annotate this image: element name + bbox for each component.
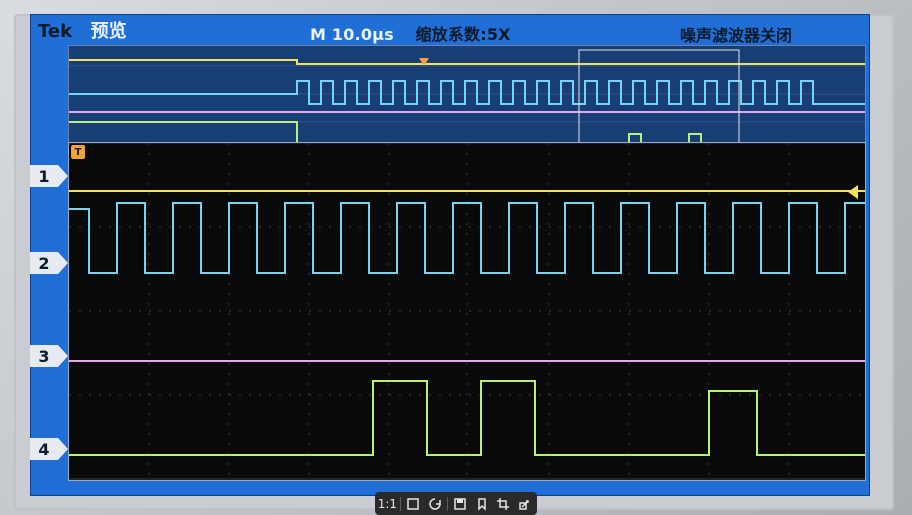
ch1-right-marker <box>848 185 858 199</box>
toolbar-separator-2 <box>446 496 448 511</box>
rotate-button[interactable] <box>426 495 444 513</box>
ch4-label: 4 <box>30 438 68 460</box>
share-button[interactable] <box>516 495 534 513</box>
ch4-label-text: 4 <box>38 439 50 459</box>
ch2-label: 2 <box>30 252 68 274</box>
main-plot <box>68 142 866 481</box>
crop-icon <box>497 497 510 510</box>
toolbar-separator <box>399 496 401 511</box>
actual-size-button[interactable]: 1:1 <box>377 495 398 513</box>
save-icon <box>454 497 467 510</box>
rotate-icon <box>428 497 441 510</box>
save-button[interactable] <box>451 495 469 513</box>
fit-icon <box>407 497 419 510</box>
share-icon <box>518 499 529 510</box>
ch1-label: 1 <box>30 165 68 187</box>
mode-label: 预览 <box>90 21 127 42</box>
ch1-label-text: 1 <box>38 166 50 186</box>
trigger-marker-label: T <box>74 146 82 158</box>
main-waveforms <box>69 142 865 480</box>
timebase-zoom: M 10.0μs 缩放系数:5X <box>310 21 511 45</box>
scope-header: Tek 预览 M 10.0μs 缩放系数:5X 噪声滤波器关闭 <box>30 14 870 46</box>
brand-label: Tek <box>38 21 73 42</box>
noise-filter-label: 噪声滤波器关闭 <box>680 26 793 45</box>
brand-and-mode: Tek 预览 <box>38 17 127 43</box>
overview-waveforms <box>69 46 865 150</box>
ch3-label-text: 3 <box>38 346 50 366</box>
ch2-label-text: 2 <box>38 253 50 273</box>
trigger-marker: T <box>71 145 85 159</box>
noise-filter-status: 噪声滤波器关闭 <box>680 22 792 46</box>
ch3-label: 3 <box>30 345 68 367</box>
crop-button[interactable] <box>494 495 512 513</box>
fit-button[interactable] <box>404 495 422 513</box>
actual-size-icon: 1:1 <box>377 496 398 511</box>
timebase-label: M 10.0μs <box>310 25 394 44</box>
bookmark-icon <box>477 497 486 511</box>
overview-window <box>68 45 866 151</box>
oscilloscope-screen: Tek 预览 M 10.0μs 缩放系数:5X 噪声滤波器关闭 T 1 2 3 … <box>30 14 870 496</box>
bookmark-button[interactable] <box>473 495 491 513</box>
zoom-label: 缩放系数:5X <box>415 25 511 44</box>
image-viewer-toolbar: 1:1 <box>375 492 537 515</box>
